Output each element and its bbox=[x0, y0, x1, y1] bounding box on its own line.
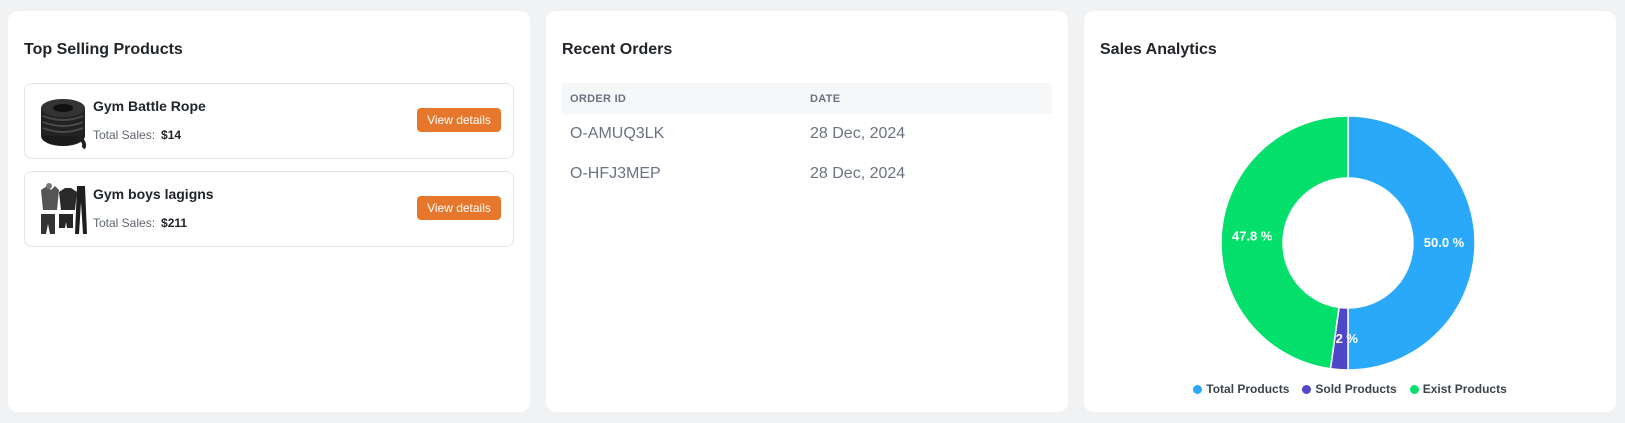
column-header-order-id: ORDER ID bbox=[570, 92, 627, 105]
dashboard: Top Selling Products Gym Battle Rope Tot… bbox=[0, 0, 1625, 423]
view-details-button[interactable]: View details bbox=[417, 196, 501, 220]
order-date-cell: 28 Dec, 2024 bbox=[810, 125, 906, 142]
table-row: O-AMUQ3LK 28 Dec, 2024 bbox=[562, 114, 1052, 154]
legend-label: Total Products bbox=[1206, 382, 1290, 396]
product-sales: Total Sales: $211 bbox=[93, 216, 187, 230]
product-name: Gym Battle Rope bbox=[93, 98, 206, 114]
legend-item-exist-products[interactable]: Exist Products bbox=[1409, 382, 1507, 396]
sales-value: $14 bbox=[161, 128, 182, 142]
sales-label: Total Sales: bbox=[93, 128, 156, 142]
legend-label: Sold Products bbox=[1315, 382, 1397, 396]
product-card-battle-rope: Gym Battle Rope Total Sales: $14 View det… bbox=[24, 83, 514, 159]
product-card-gym-leggings: Gym boys lagigns Total Sales: $211 View d… bbox=[24, 171, 514, 247]
product-name: Gym boys lagigns bbox=[93, 186, 214, 202]
product-sales: Total Sales: $14 bbox=[93, 128, 181, 142]
battle-rope-icon bbox=[41, 99, 87, 150]
donut-chart: 50.0 %2.2 %47.8 % bbox=[1220, 115, 1476, 371]
gym-clothing-icon bbox=[41, 183, 87, 234]
order-id-cell: O-AMUQ3LK bbox=[570, 125, 665, 142]
table-row: O-HFJ3MEP 28 Dec, 2024 bbox=[562, 154, 1052, 194]
legend-item-sold-products[interactable]: Sold Products bbox=[1302, 382, 1397, 396]
chart-legend: Total Products Sold Products Exist Product… bbox=[1084, 382, 1616, 396]
slice-label-total-products: 50.0 % bbox=[1424, 235, 1465, 250]
column-header-date: DATE bbox=[810, 92, 841, 105]
sales-analytics-panel: Sales Analytics 50.0 % 2.2 % 47.8 % Total … bbox=[1084, 11, 1616, 412]
table-header-row: ORDER ID DATE bbox=[562, 83, 1052, 114]
panel-title: Top Selling Products bbox=[24, 41, 183, 58]
legend-item-total-products[interactable]: Total Products bbox=[1193, 382, 1289, 396]
top-selling-products-panel: Top Selling Products Gym Battle Rope Tot… bbox=[8, 11, 530, 412]
legend-marker bbox=[1409, 384, 1419, 394]
legend-marker bbox=[1193, 384, 1203, 394]
legend-label: Exist Products bbox=[1422, 382, 1507, 396]
recent-orders-panel: Recent Orders ORDER ID DATE O-AMUQ3LK 28… bbox=[546, 11, 1068, 412]
view-details-button[interactable]: View details bbox=[417, 108, 501, 132]
order-date-cell: 28 Dec, 2024 bbox=[810, 165, 906, 182]
legend-marker bbox=[1302, 384, 1312, 394]
sales-value: $211 bbox=[161, 216, 188, 230]
slice-label-exist-products: 47.8 % bbox=[1232, 228, 1273, 243]
sales-label: Total Sales: bbox=[93, 216, 156, 230]
orders-table: ORDER ID DATE O-AMUQ3LK 28 Dec, 2024 O-H… bbox=[562, 83, 1052, 194]
order-id-cell: O-HFJ3MEP bbox=[570, 165, 661, 182]
panel-title: Recent Orders bbox=[562, 41, 673, 58]
